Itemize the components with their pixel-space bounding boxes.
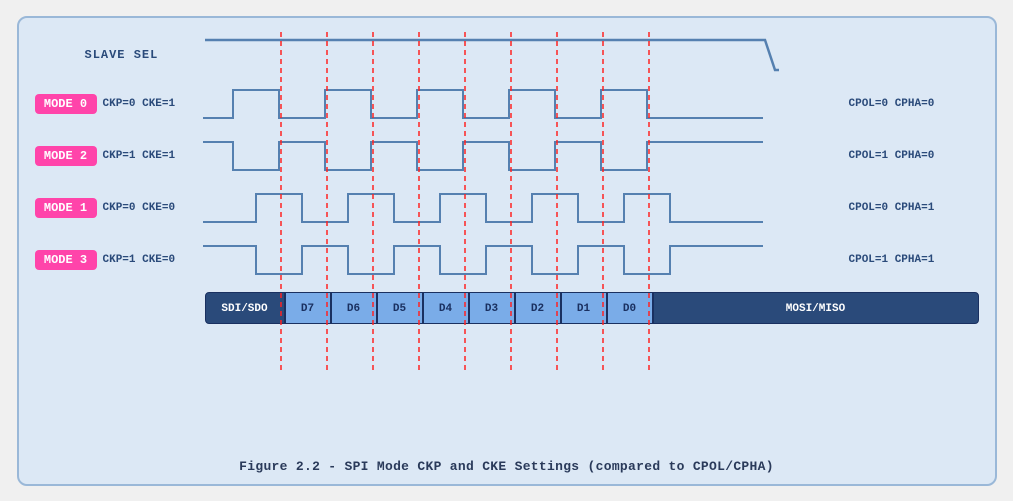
data-cell-d5: D5: [377, 292, 423, 324]
mode0-ckp: CKP=0 CKE=1: [103, 98, 203, 110]
data-cell-d0: D0: [607, 292, 653, 324]
mode1-row: MODE 1 CKP=0 CKE=0 CPOL=0 CPHA=1: [35, 182, 979, 234]
data-row: SDI/SDO D7 D6 D5 D4 D3 D2 D1 D0 MOSI/MIS…: [35, 290, 979, 326]
mode0-badge: MODE 0: [35, 94, 97, 114]
data-row-inner: SDI/SDO D7 D6 D5 D4 D3 D2 D1 D0 MOSI/MIS…: [205, 292, 979, 324]
slave-sel-label: SLAVE SEL: [85, 48, 159, 62]
mode1-cpol: CPOL=0 CPHA=1: [849, 202, 979, 214]
mode3-svg: [203, 234, 841, 286]
mode3-signal: [203, 234, 841, 286]
mode0-signal: [203, 78, 841, 130]
diagram-area: SLAVE SEL MODE 0 CKP=0 CKE=1 CPOL=0 CPHA: [35, 32, 979, 451]
mode0-row: MODE 0 CKP=0 CKE=1 CPOL=0 CPHA=0: [35, 78, 979, 130]
mode1-ckp: CKP=0 CKE=0: [103, 202, 203, 214]
mode0-svg: [203, 78, 841, 130]
data-cell-d6: D6: [331, 292, 377, 324]
slave-sel-row: SLAVE SEL: [205, 32, 779, 78]
mode1-signal: [203, 182, 841, 234]
mode3-row: MODE 3 CKP=1 CKE=0 CPOL=1 CPHA=1: [35, 234, 979, 286]
data-cell-mosi: MOSI/MISO: [653, 292, 979, 324]
mode0-cpol: CPOL=0 CPHA=0: [849, 98, 979, 110]
mode1-svg: [203, 182, 841, 234]
mode2-cpol: CPOL=1 CPHA=0: [849, 150, 979, 162]
mode1-badge: MODE 1: [35, 198, 97, 218]
diagram-container: SLAVE SEL MODE 0 CKP=0 CKE=1 CPOL=0 CPHA: [17, 16, 997, 486]
mode3-cpol: CPOL=1 CPHA=1: [849, 254, 979, 266]
mode3-ckp: CKP=1 CKE=0: [103, 254, 203, 266]
data-cell-d3: D3: [469, 292, 515, 324]
data-cell-d4: D4: [423, 292, 469, 324]
mode2-signal: [203, 130, 841, 182]
data-cell-sdi: SDI/SDO: [205, 292, 285, 324]
data-cell-d1: D1: [561, 292, 607, 324]
data-cell-d2: D2: [515, 292, 561, 324]
mode2-ckp: CKP=1 CKE=1: [103, 150, 203, 162]
mode3-badge: MODE 3: [35, 250, 97, 270]
slave-sel-signal: [205, 32, 779, 78]
mode2-row: MODE 2 CKP=1 CKE=1 CPOL=1 CPHA=0: [35, 130, 979, 182]
figure-caption: Figure 2.2 - SPI Mode CKP and CKE Settin…: [35, 459, 979, 474]
data-cell-d7: D7: [285, 292, 331, 324]
mode2-badge: MODE 2: [35, 146, 97, 166]
mode2-svg: [203, 130, 841, 182]
